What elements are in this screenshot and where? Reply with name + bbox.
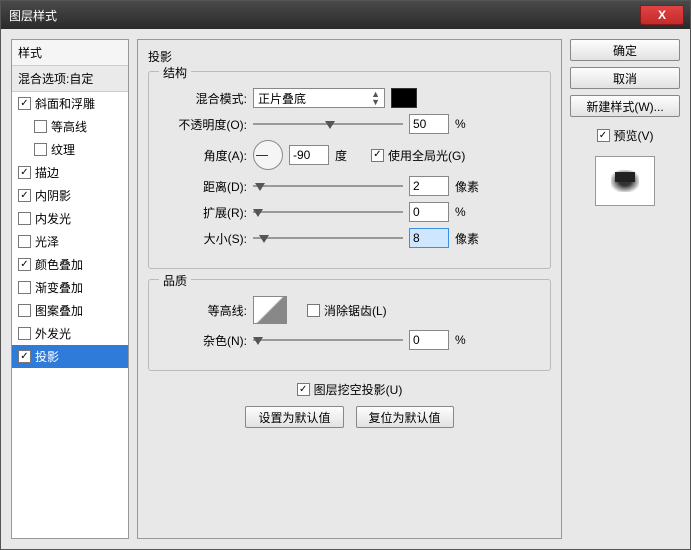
- preview-thumbnail: [595, 156, 655, 206]
- style-item-label: 光泽: [35, 233, 59, 250]
- global-light-label: 使用全局光(G): [388, 147, 465, 164]
- effect-settings-panel: 投影 结构 混合模式: 正片叠底 ▲▼ 不透明度(O):: [137, 39, 562, 539]
- noise-label: 杂色(N):: [161, 332, 247, 349]
- global-light-checkbox[interactable]: 使用全局光(G): [371, 147, 465, 164]
- noise-input[interactable]: [409, 330, 449, 350]
- checkbox-icon[interactable]: [18, 304, 31, 317]
- checkbox-icon: [597, 129, 610, 142]
- blend-mode-value: 正片叠底: [258, 90, 306, 107]
- styles-header[interactable]: 样式: [12, 40, 128, 66]
- noise-slider[interactable]: [253, 333, 403, 347]
- preview-checkbox[interactable]: 预览(V): [570, 127, 680, 144]
- checkbox-icon[interactable]: [18, 97, 31, 110]
- spread-label: 扩展(R):: [161, 204, 247, 221]
- checkbox-icon[interactable]: [18, 258, 31, 271]
- dialog-buttons-panel: 确定 取消 新建样式(W)... 预览(V): [570, 39, 680, 539]
- checkbox-icon: [371, 149, 384, 162]
- style-item[interactable]: 等高线: [12, 115, 128, 138]
- antialias-label: 消除锯齿(L): [324, 302, 387, 319]
- style-item-label: 内阴影: [35, 187, 71, 204]
- style-item-label: 颜色叠加: [35, 256, 83, 273]
- checkbox-icon[interactable]: [18, 327, 31, 340]
- style-item-label: 描边: [35, 164, 59, 181]
- checkbox-icon[interactable]: [18, 235, 31, 248]
- style-item-label: 外发光: [35, 325, 71, 342]
- window-title: 图层样式: [9, 7, 57, 24]
- size-input[interactable]: [409, 228, 449, 248]
- cancel-button[interactable]: 取消: [570, 67, 680, 89]
- structure-fieldset: 结构 混合模式: 正片叠底 ▲▼ 不透明度(O): %: [148, 71, 551, 269]
- section-title: 投影: [148, 46, 551, 71]
- distance-input[interactable]: [409, 176, 449, 196]
- layer-style-dialog: 图层样式 X 样式 混合选项:自定 斜面和浮雕等高线纹理描边内阴影内发光光泽颜色…: [0, 0, 691, 550]
- blend-mode-select[interactable]: 正片叠底 ▲▼: [253, 88, 385, 108]
- style-item-label: 纹理: [51, 141, 75, 158]
- dropdown-icon: ▲▼: [371, 90, 380, 106]
- checkbox-icon: [297, 383, 310, 396]
- style-item[interactable]: 颜色叠加: [12, 253, 128, 276]
- antialias-checkbox[interactable]: 消除锯齿(L): [307, 302, 387, 319]
- style-item-label: 斜面和浮雕: [35, 95, 95, 112]
- distance-unit: 像素: [455, 178, 485, 195]
- reset-default-button[interactable]: 复位为默认值: [356, 406, 454, 428]
- style-item-label: 投影: [35, 348, 59, 365]
- close-button[interactable]: X: [640, 5, 684, 25]
- style-item[interactable]: 投影: [12, 345, 128, 368]
- style-item[interactable]: 渐变叠加: [12, 276, 128, 299]
- noise-unit: %: [455, 333, 485, 347]
- contour-label: 等高线:: [161, 302, 247, 319]
- style-item[interactable]: 斜面和浮雕: [12, 92, 128, 115]
- knockout-checkbox[interactable]: 图层挖空投影(U): [297, 381, 403, 398]
- quality-legend: 品质: [159, 272, 191, 289]
- style-item-label: 内发光: [35, 210, 71, 227]
- checkbox-icon[interactable]: [18, 166, 31, 179]
- style-item-label: 图案叠加: [35, 302, 83, 319]
- style-item[interactable]: 图案叠加: [12, 299, 128, 322]
- ok-button[interactable]: 确定: [570, 39, 680, 61]
- size-unit: 像素: [455, 230, 485, 247]
- style-item[interactable]: 外发光: [12, 322, 128, 345]
- checkbox-icon[interactable]: [18, 281, 31, 294]
- spread-slider[interactable]: [253, 205, 403, 219]
- styles-list-panel: 样式 混合选项:自定 斜面和浮雕等高线纹理描边内阴影内发光光泽颜色叠加渐变叠加图…: [11, 39, 129, 539]
- make-default-button[interactable]: 设置为默认值: [245, 406, 343, 428]
- opacity-slider[interactable]: [253, 117, 403, 131]
- size-slider[interactable]: [253, 231, 403, 245]
- checkbox-icon: [307, 304, 320, 317]
- angle-label: 角度(A):: [161, 147, 247, 164]
- style-item[interactable]: 纹理: [12, 138, 128, 161]
- size-label: 大小(S):: [161, 230, 247, 247]
- style-item[interactable]: 内发光: [12, 207, 128, 230]
- spread-unit: %: [455, 205, 485, 219]
- checkbox-icon[interactable]: [18, 350, 31, 363]
- checkbox-icon[interactable]: [34, 143, 47, 156]
- opacity-unit: %: [455, 117, 485, 131]
- preview-label: 预览(V): [614, 127, 654, 144]
- angle-dial[interactable]: [253, 140, 283, 170]
- angle-input[interactable]: [289, 145, 329, 165]
- angle-unit: 度: [335, 147, 365, 164]
- distance-label: 距离(D):: [161, 178, 247, 195]
- style-item[interactable]: 描边: [12, 161, 128, 184]
- checkbox-icon[interactable]: [18, 189, 31, 202]
- distance-slider[interactable]: [253, 179, 403, 193]
- structure-legend: 结构: [159, 64, 191, 81]
- style-item-label: 等高线: [51, 118, 87, 135]
- contour-picker[interactable]: [253, 296, 287, 324]
- checkbox-icon[interactable]: [18, 212, 31, 225]
- new-style-button[interactable]: 新建样式(W)...: [570, 95, 680, 117]
- style-item[interactable]: 光泽: [12, 230, 128, 253]
- quality-fieldset: 品质 等高线: 消除锯齿(L) 杂色(N): %: [148, 279, 551, 371]
- opacity-input[interactable]: [409, 114, 449, 134]
- titlebar: 图层样式 X: [1, 1, 690, 29]
- shadow-color-swatch[interactable]: [391, 88, 417, 108]
- opacity-label: 不透明度(O):: [161, 116, 247, 133]
- blend-mode-label: 混合模式:: [161, 90, 247, 107]
- knockout-label: 图层挖空投影(U): [314, 381, 403, 398]
- style-item[interactable]: 内阴影: [12, 184, 128, 207]
- style-item-label: 渐变叠加: [35, 279, 83, 296]
- blending-options-item[interactable]: 混合选项:自定: [12, 66, 128, 92]
- checkbox-icon[interactable]: [34, 120, 47, 133]
- spread-input[interactable]: [409, 202, 449, 222]
